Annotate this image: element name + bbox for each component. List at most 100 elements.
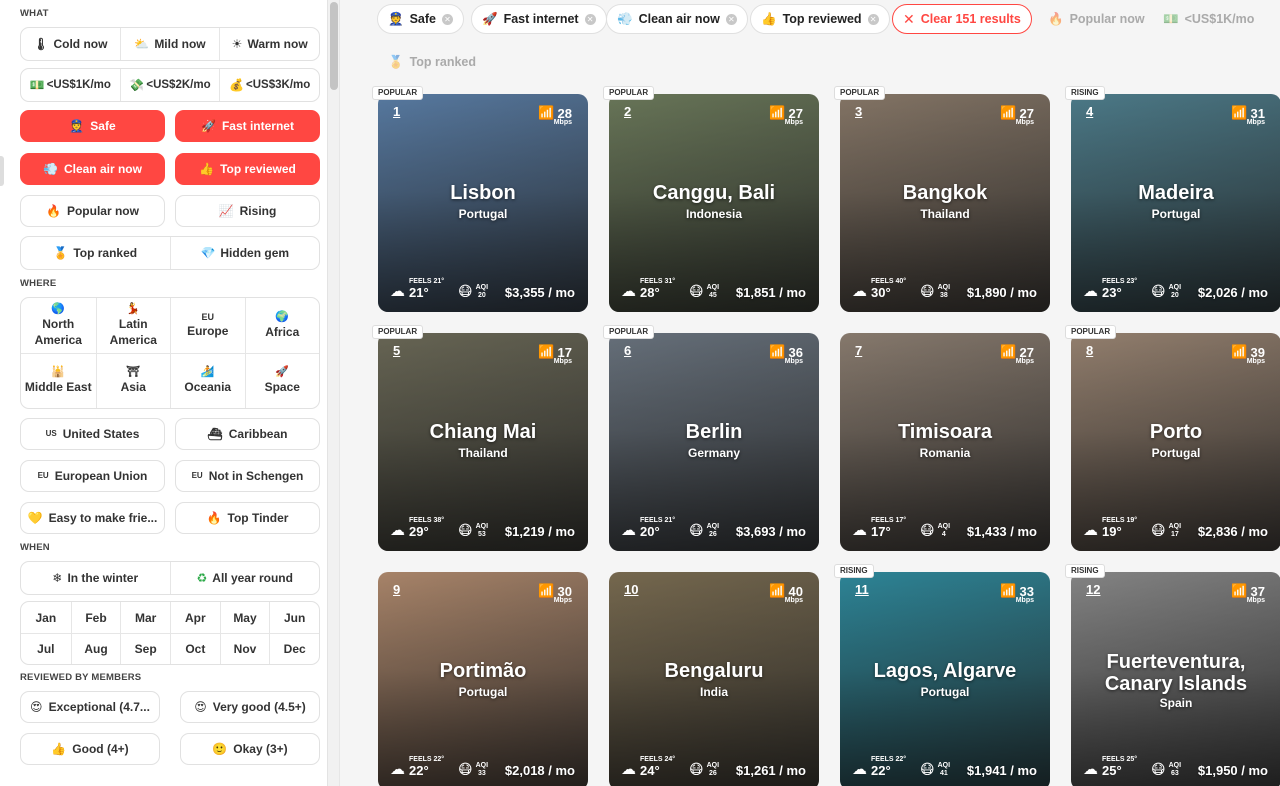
temperature: 17° [871,524,891,539]
clear-results-button[interactable]: ✕ Clear 151 results [892,4,1032,34]
filter-rising[interactable]: 📈 Rising [175,195,320,227]
filter-popular-now[interactable]: 🔥 Popular now [20,195,165,227]
chip-top-ranked[interactable]: 🏅 Top ranked [377,47,487,77]
filter-mild-now[interactable]: ⛅ Mild now [119,28,220,60]
region-north-america[interactable]: 🌎 North America [21,298,96,353]
aqi-face-icon: 😷 [689,761,704,777]
wifi-icon: 📶 [538,105,555,120]
month-apr[interactable]: Apr [170,602,220,633]
month-jul[interactable]: Jul [21,633,71,664]
city-card[interactable]: 7 📶 27 Mbps Timisoara Romania ☁ FEELS 17° 17° 😷 AQ… [840,333,1050,551]
filter-united-states[interactable]: US United States [20,418,165,450]
region-europe[interactable]: EU Europe [170,298,245,353]
month-may[interactable]: May [219,602,270,633]
city-card[interactable]: 1 📶 28 Mbps Lisbon Portugal ☁ FEELS 21° 21° 😷 AQI 2… [378,94,588,312]
filter-okay[interactable]: 🙂 Okay (3+) [180,733,320,765]
filter-cost-3k[interactable]: 💰 <US$3K/mo [219,69,319,101]
city-card[interactable]: 5 📶 17 Mbps Chiang Mai Thailand ☁ FEELS 38° 29° 😷… [378,333,588,551]
city-card[interactable]: 9 📶 30 Mbps Portimão Portugal ☁ FEELS 22° 22° 😷 AQ… [378,572,588,786]
close-icon[interactable]: ✕ [441,13,453,25]
aqi-value: 38 [939,292,948,299]
filter-top-tinder[interactable]: 🔥 Top Tinder [175,502,320,534]
country-name: Thailand [458,446,508,460]
region-africa[interactable]: 🌍 Africa [244,298,320,353]
aqi-label: AQI [475,284,489,291]
filter-good[interactable]: 👍 Good (4+) [20,733,160,765]
month-feb[interactable]: Feb [70,602,121,633]
city-card[interactable]: 11 📶 33 Mbps Lagos, Algarve Portugal ☁ FEELS 22… [840,572,1050,786]
globe-americas-icon: 🌎 [51,302,66,315]
police-icon: 👮 [69,119,85,133]
filter-exceptional[interactable]: 😍 Exceptional (4.7... [20,691,160,723]
close-icon[interactable]: ✕ [725,13,737,25]
region-asia[interactable]: ⛩ Asia [95,353,170,408]
internet-speed: 📶 39 Mbps [1231,344,1265,365]
filter-hidden-gem[interactable]: 💎 Hidden gem [169,237,320,269]
region-latin-america[interactable]: 💃 Latin America [95,298,171,353]
month-dec[interactable]: Dec [269,633,319,664]
city-card[interactable]: 6 📶 36 Mbps Berlin Germany ☁ FEELS 21° 20° 😷 AQI 26… [609,333,819,551]
aqi-label: AQI [1168,523,1182,530]
air-quality: 😷 AQI 20 [458,283,488,300]
results-area: 👮 Safe ✕ 🚀 Fast internet ✕ 💨 Clean air now ✕ 👍… [340,0,1280,786]
month-nov[interactable]: Nov [219,633,270,664]
chip-cost[interactable]: 💵 <US$1K/mo [1152,4,1265,34]
filter-cost-1k[interactable]: 💵 <US$1K/mo [21,69,120,101]
temperature: 21° [409,285,429,300]
wifi-icon: 📶 [538,344,555,359]
filter-european-union[interactable]: EU European Union [20,460,165,492]
month-oct[interactable]: Oct [170,633,220,664]
filter-top-ranked[interactable]: 🏅 Top ranked [21,237,170,269]
city-card[interactable]: 2 📶 27 Mbps Canggu, Bali Indonesia ☁ FEELS 31° 2… [609,94,819,312]
city-card[interactable]: 3 📶 27 Mbps Bangkok Thailand ☁ FEELS 40° 30° 😷 AQI… [840,94,1050,312]
filter-very-good[interactable]: 😍 Very good (4.5+) [180,691,320,723]
month-jun[interactable]: Jun [269,602,319,633]
weather: ☁ FEELS 22° 22° [852,756,906,778]
month-jan[interactable]: Jan [21,602,71,633]
section-title-what: WHAT [20,8,49,19]
close-icon[interactable]: ✕ [867,13,879,25]
filter-label: All year round [212,571,293,585]
filter-cost-2k[interactable]: 💸 <US$2K/mo [119,69,220,101]
filter-warm-now[interactable]: ☀ Warm now [219,28,319,60]
filter-easy-friends[interactable]: 💛 Easy to make frie... [20,502,165,534]
filter-cold-now[interactable]: 🌡 Cold now [21,28,120,60]
close-icon: ✕ [903,10,915,27]
filter-caribbean[interactable]: ⛴ Caribbean [175,418,320,450]
chip-top-reviewed[interactable]: 👍 Top reviewed ✕ [750,4,890,34]
internet-speed: 📶 17 Mbps [538,344,572,365]
chip-clean-air[interactable]: 💨 Clean air now ✕ [606,4,748,34]
sidebar-scrollbar[interactable] [327,0,339,786]
region-label: Asia [120,380,146,394]
city-card[interactable]: 12 📶 37 Mbps Fuerteventura, Canary Islands Sp… [1071,572,1280,786]
region-space[interactable]: 🚀 Space [244,353,319,408]
region-middle-east[interactable]: 🕌 Middle East [21,353,96,408]
month-aug[interactable]: Aug [70,633,121,664]
filter-safe[interactable]: 👮 Safe [20,110,165,142]
city-card[interactable]: 4 📶 31 Mbps Madeira Portugal ☁ FEELS 23° 23° 😷 AQI… [1071,94,1280,312]
fire-icon: 🔥 [206,511,222,525]
filter-fast-internet[interactable]: 🚀 Fast internet [175,110,320,142]
filter-all-year[interactable]: ♻ All year round [169,562,320,594]
wifi-icon: 📶 [538,583,555,598]
region-oceania[interactable]: 🏄 Oceania [170,353,245,408]
city-card[interactable]: 10 📶 40 Mbps Bengaluru India ☁ FEELS 24° 24° 😷 AQI… [609,572,819,786]
city-card[interactable]: 8 📶 39 Mbps Porto Portugal ☁ FEELS 19° 19° 😷 AQI 17… [1071,333,1280,551]
close-icon[interactable]: ✕ [584,13,596,25]
filter-top-reviewed[interactable]: 👍 Top reviewed [175,153,320,185]
card-badge: RISING [1065,564,1105,578]
month-mar[interactable]: Mar [120,602,170,633]
wifi-icon: 📶 [1000,344,1017,359]
monthly-cost: $1,261 / mo [735,763,806,778]
air-quality: 😷 AQI 26 [689,522,719,539]
chip-safe[interactable]: 👮 Safe ✕ [377,4,464,34]
chip-fast-internet[interactable]: 🚀 Fast internet ✕ [471,4,607,34]
aqi-value: 4 [941,531,946,538]
scrollbar-thumb[interactable] [330,2,338,90]
chip-popular-now[interactable]: 🔥 Popular now [1037,4,1156,34]
filter-clean-air[interactable]: 💨 Clean air now [20,153,165,185]
filter-in-winter[interactable]: ❄ In the winter [21,562,170,594]
monthly-cost: $3,355 / mo [504,285,575,300]
month-sep[interactable]: Sep [120,633,170,664]
filter-not-schengen[interactable]: EU Not in Schengen [175,460,320,492]
